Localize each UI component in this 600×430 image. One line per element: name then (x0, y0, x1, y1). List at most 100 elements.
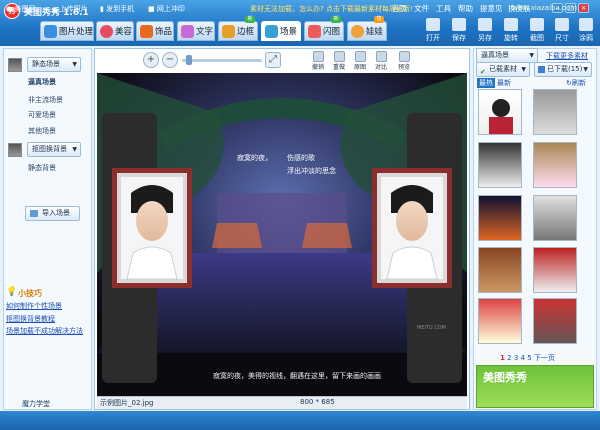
rotate-button[interactable]: 旋转 (497, 17, 525, 44)
tab-frame[interactable]: 边框新 (218, 16, 258, 41)
category-dropdown[interactable]: 逼真场景 ▼ (476, 48, 538, 63)
tab-doll[interactable]: 娃娃热 (347, 16, 387, 41)
scene-photo[interactable]: 寂寞的夜， 伤感的歌 浮出冲淡的思念 寂寞的夜，美得的视线，翻遇在这里，留下来画… (97, 73, 467, 396)
redo-icon (333, 51, 345, 62)
chevron-down-icon: ▼ (583, 66, 588, 73)
zoom-in-icon[interactable]: + (143, 52, 159, 68)
scene-thumbnail[interactable] (478, 298, 522, 344)
tips-title: 小技巧 (18, 289, 42, 298)
scene-item-cute[interactable]: 可爱场景 (28, 110, 56, 120)
sign-line-1: 寂寞的夜， (237, 154, 272, 162)
scene-watermark: MEITU.COM (417, 325, 446, 331)
page-link[interactable]: 5 (527, 354, 531, 362)
redo-button[interactable]: 重做 (330, 51, 348, 72)
chevron-down-icon: ▼ (72, 146, 77, 153)
menu-tools[interactable]: 工具 (436, 3, 451, 14)
upload-photo-link[interactable]: ▲ 上传照片 (52, 4, 88, 14)
original-button[interactable]: 原图 (351, 51, 369, 72)
scene-type-dropdown[interactable]: 静态场景 ▼ (27, 57, 81, 72)
heart-icon (100, 24, 113, 38)
tab-scene[interactable]: 场景 (261, 21, 301, 41)
scene-thumbnail[interactable] (478, 142, 522, 188)
send-phone-link[interactable]: ▮ 发到手机 (100, 4, 134, 14)
scene-item-static-bg[interactable]: 静态背景 (28, 163, 56, 173)
brush-icon (579, 18, 593, 31)
menu-file[interactable]: 文件 (414, 3, 429, 14)
compare-button[interactable]: 对比 (372, 51, 390, 72)
material-filter-dropdown[interactable]: ✔ 已载素材 ▼ (476, 62, 530, 77)
zoom-out-icon[interactable]: − (162, 52, 178, 68)
tab-beauty[interactable]: 美容 (96, 21, 134, 41)
scene-item-other[interactable]: 其他场景 (28, 126, 56, 136)
accessory-icon (140, 24, 153, 38)
cutout-dropdown[interactable]: 抠图换背景 ▼ (27, 142, 81, 157)
new-badge: 新 (331, 16, 341, 23)
download-more-link[interactable]: 下载更多素材 (546, 51, 588, 61)
original-icon (354, 51, 366, 62)
image-dimensions: 800 * 685 (300, 398, 335, 406)
screenshot-button[interactable]: 截图 (523, 17, 551, 44)
sign-line-3: 浮出冲淡的思念 (287, 167, 336, 175)
tab-accessories[interactable]: 饰品 (136, 21, 174, 41)
scene-caption: 寂寞的夜，美得的视线，翻遇在这里，留下来画的画画 (213, 372, 381, 380)
preview-button[interactable]: 预览 (395, 51, 413, 72)
notice-link[interactable]: 素材无法加载，怎么办? 点击下载最新素材每周更新! (250, 4, 413, 14)
tip-link[interactable]: 场景加载不成功解决方法 (6, 326, 83, 336)
page-link[interactable]: 2 (507, 354, 511, 362)
page-link[interactable]: 4 (521, 354, 525, 362)
online-print-link[interactable]: ■ 网上冲印 (148, 4, 185, 14)
magic-academy-link[interactable]: 魔力学堂 (22, 399, 50, 409)
tab-text[interactable]: 文字 (177, 21, 215, 41)
scene-thumbnail[interactable] (533, 195, 577, 241)
save-as-button[interactable]: 另存 (471, 17, 499, 44)
chevron-down-icon: ▼ (72, 61, 77, 68)
undo-button[interactable]: 撤销 (309, 51, 327, 72)
downloaded-dropdown[interactable]: 已下载(15) ▼ (534, 62, 592, 77)
hot-badge: 热 (374, 16, 384, 23)
meitu-web-link[interactable]: ● 美图网 (6, 4, 35, 14)
scene-illustration (97, 73, 467, 396)
tab-image-edit[interactable]: 图片处理 (40, 21, 94, 41)
save-icon (452, 18, 466, 31)
tip-link[interactable]: 如何制作个性场景 (6, 301, 62, 311)
scene-thumbnail[interactable] (478, 195, 522, 241)
page-link[interactable]: 3 (514, 354, 518, 362)
scene-thumbnail[interactable] (533, 142, 577, 188)
zoom-slider-handle[interactable] (186, 55, 192, 65)
scene-thumbnail[interactable] (533, 89, 577, 135)
scene-item-nonmainstream[interactable]: 非主流场景 (28, 95, 63, 105)
chevron-down-icon: ▼ (529, 52, 534, 59)
scene-thumbnail[interactable] (533, 298, 577, 344)
folder-icon (538, 66, 545, 73)
new-badge: 新 (245, 16, 255, 23)
menu-help[interactable]: 帮助 (458, 3, 473, 14)
next-page-link[interactable]: 下一页 (534, 354, 555, 362)
bottom-bar (0, 411, 600, 430)
tab-hottest[interactable]: 最热 (477, 78, 495, 88)
scene-thumbnail[interactable] (478, 247, 522, 293)
compare-icon (375, 51, 387, 62)
open-button[interactable]: 打开 (419, 17, 447, 44)
scene-item-realistic[interactable]: 逼真场景 (28, 77, 56, 87)
doll-icon (351, 24, 364, 38)
globe-icon: ● (6, 5, 13, 13)
scene-thumbnail[interactable] (478, 89, 522, 135)
import-icon (30, 210, 38, 217)
page-link[interactable]: 1 (500, 354, 505, 362)
undo-icon (312, 51, 324, 62)
zoom-slider[interactable] (182, 59, 262, 62)
tab-flash[interactable]: 闪图新 (304, 16, 344, 41)
tab-newest[interactable]: 最新 (497, 78, 511, 88)
import-scene-button[interactable]: 导入场景 (25, 206, 80, 221)
fit-screen-icon[interactable]: ⤢ (265, 52, 281, 68)
tip-link[interactable]: 抠图换背景教程 (6, 314, 55, 324)
close-button[interactable]: × (578, 3, 589, 13)
promo-banner[interactable]: 美图秀秀 (476, 365, 594, 408)
scene-thumbnail[interactable] (533, 247, 577, 293)
doodle-button[interactable]: 涂鸦 (572, 17, 600, 44)
file-name: 示例图片_02.jpg (100, 399, 154, 407)
text-icon (181, 24, 194, 38)
save-button[interactable]: 保存 (445, 17, 473, 44)
refresh-button[interactable]: ↻刷新 (566, 78, 586, 88)
menu-feedback[interactable]: 提意见 (480, 3, 503, 14)
